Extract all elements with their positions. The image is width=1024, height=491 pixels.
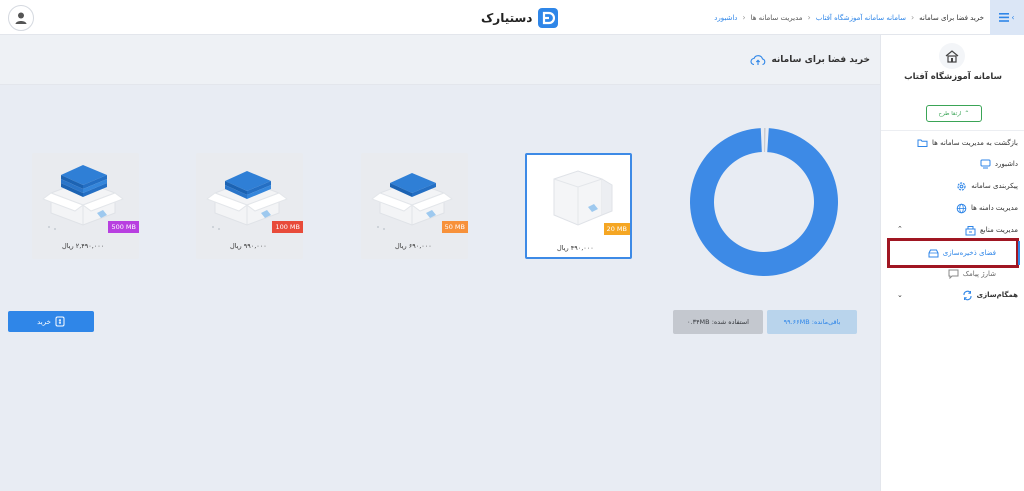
breadcrumb-separator-icon: ‹: [742, 13, 746, 22]
page-header: خرید فضا برای سامانه: [0, 35, 880, 85]
plan-card-20mb[interactable]: 20 MB ۴۹۰,۰۰۰ ریال: [525, 153, 632, 259]
org-icon: [939, 43, 965, 69]
plan-size-badge: 100 MB: [272, 221, 303, 233]
sidebar-divider: [881, 130, 1024, 131]
sidebar-subitem-label: فضای ذخیره‌سازی: [942, 249, 996, 257]
sms-icon: [948, 269, 959, 279]
resources-icon: [965, 225, 976, 235]
plan-price: ۹۹۰,۰۰۰ ریال: [230, 242, 267, 250]
brand-name: دستیارک: [481, 11, 533, 25]
sidebar: سامانه آموزشگاه آفتاب ارتقا طرح ⌃ بازگشت…: [880, 35, 1024, 491]
breadcrumb-separator-icon: ‹: [807, 13, 811, 22]
brand-logo-icon: [538, 8, 559, 28]
sidebar-item-dashboard[interactable]: داشبورد: [980, 157, 1018, 171]
plan-price: ۴۹۰,۰۰۰ ریال: [557, 244, 594, 252]
sidebar-item-label: بازگشت به مدیریت سامانه ها: [932, 139, 1018, 147]
sidebar-item-label: مدیریت منابع: [980, 226, 1018, 234]
remaining-storage-chip: باقی‌مانده: ۹۹.۶۶MB: [767, 310, 857, 334]
chevron-down-icon[interactable]: ⌄: [897, 291, 903, 299]
plan-card-500mb[interactable]: 500 MB ۲,۴۹۰,۰۰۰ ریال: [32, 153, 139, 259]
gear-icon: [957, 181, 966, 191]
plan-card-50mb[interactable]: 50 MB ۶۹۰,۰۰۰ ریال: [361, 153, 468, 259]
breadcrumb-system[interactable]: سامانه سامانه آموزشگاه آفتاب: [816, 14, 906, 22]
chevron-left-icon: ‹: [1011, 13, 1015, 22]
plan-size-badge: 50 MB: [441, 221, 468, 233]
plan-size-badge: 500 MB: [108, 221, 139, 233]
page-title-text: خرید فضا برای سامانه: [771, 55, 870, 65]
brand[interactable]: دستیارک: [481, 7, 559, 29]
buy-button-label: خرید: [37, 318, 51, 326]
upgrade-plan-button[interactable]: ارتقا طرح ⌃: [926, 105, 982, 122]
breadcrumb-current: خرید فضا برای سامانه: [919, 13, 984, 22]
globe-icon: [956, 203, 967, 213]
active-item-indicator: [1018, 241, 1020, 265]
user-avatar[interactable]: [8, 5, 34, 31]
chevron-up-icon: ⌃: [964, 110, 970, 117]
sidebar-item-resources[interactable]: مدیریت منابع: [965, 223, 1018, 237]
breadcrumb-system-management[interactable]: مدیریت سامانه ها: [751, 14, 803, 22]
cloud-upload-icon: [750, 55, 766, 66]
sidebar-subitem-label: شارژ پیامک: [962, 270, 996, 278]
sidebar-item-label: داشبورد: [994, 160, 1018, 168]
sidebar-item-sync[interactable]: همگام‌سازی: [962, 288, 1018, 302]
breadcrumb: داشبورد ‹ مدیریت سامانه ها ‹ سامانه ساما…: [714, 0, 984, 35]
user-icon: [15, 12, 27, 24]
storage-icon: [928, 249, 939, 257]
plan-price: ۲,۴۹۰,۰۰۰ ریال: [62, 242, 105, 250]
breadcrumb-separator-icon: ‹: [910, 13, 915, 22]
sidebar-subitem-storage[interactable]: فضای ذخیره‌سازی: [928, 246, 996, 260]
sidebar-item-label: پیکربندی سامانه: [971, 182, 1018, 190]
sidebar-item-label: همگام‌سازی: [976, 291, 1018, 299]
donut-used-segment: [764, 128, 766, 153]
sidebar-item-domains[interactable]: مدیریت دامنه ها: [956, 201, 1018, 215]
used-storage-chip: استفاده شده: ۰.۳۴MB: [673, 310, 763, 334]
sidebar-item-label: مدیریت دامنه ها: [970, 204, 1018, 212]
wallet-icon: [55, 316, 65, 327]
buy-button[interactable]: خرید: [8, 311, 94, 332]
sidebar-item-back[interactable]: بازگشت به مدیریت سامانه ها: [917, 136, 1018, 150]
menu-icon: [999, 13, 1010, 22]
plan-size-badge: 20 MB: [603, 223, 630, 235]
chevron-up-icon[interactable]: ⌃: [897, 225, 903, 233]
plan-price: ۶۹۰,۰۰۰ ریال: [395, 242, 432, 250]
page-title: خرید فضا برای سامانه: [750, 54, 870, 66]
dashboard-icon: [980, 159, 991, 169]
plan-card-100mb[interactable]: 100 MB ۹۹۰,۰۰۰ ریال: [196, 153, 303, 259]
upgrade-plan-label: ارتقا طرح: [938, 110, 962, 117]
folder-icon: [917, 139, 928, 147]
storage-usage-donut: [690, 128, 838, 276]
sidebar-subitem-sms[interactable]: شارژ پیامک: [948, 267, 996, 281]
menu-toggle-button[interactable]: ‹: [990, 0, 1024, 35]
sidebar-item-config[interactable]: پیکربندی سامانه: [956, 179, 1018, 193]
sync-icon: [963, 290, 972, 300]
breadcrumb-dashboard[interactable]: داشبورد: [714, 14, 737, 22]
top-bar: دستیارک داشبورد ‹ مدیریت سامانه ها ‹ سام…: [0, 0, 1024, 35]
org-name: سامانه آموزشگاه آفتاب: [904, 72, 1002, 82]
